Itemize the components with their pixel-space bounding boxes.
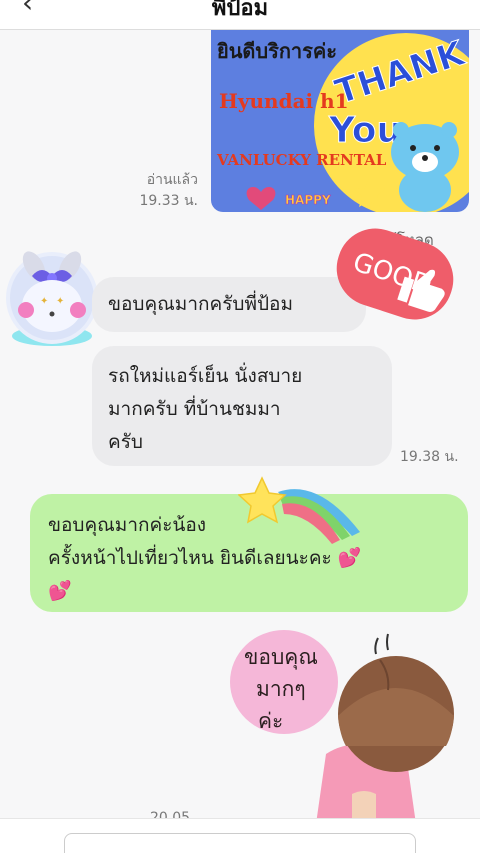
good-sticker[interactable]: GOOD bbox=[322, 225, 468, 340]
sticker-text-2: มากๆ bbox=[256, 677, 306, 701]
sticker-happy: HAPPY bbox=[285, 193, 331, 207]
svg-text:✦: ✦ bbox=[56, 296, 64, 307]
rainbow-star-sticker[interactable] bbox=[238, 476, 364, 548]
message-input[interactable] bbox=[64, 833, 416, 853]
message-input-bar bbox=[0, 818, 480, 853]
message-meta-1: อ่านแล้ว 19.33 น. bbox=[120, 170, 198, 212]
incoming-message[interactable]: รถใหม่แอร์เย็น นั่งสบาย มากครับ ที่บ้านช… bbox=[92, 346, 392, 466]
sticker-line-1: ยินดีบริการค่ะ bbox=[217, 39, 337, 63]
thank-you-girl-sticker[interactable]: ขอบคุณ มากๆ ค่ะ bbox=[230, 624, 466, 824]
chat-header: ‹ พี่ป้อม bbox=[0, 0, 480, 30]
message-line: มากครับ ที่บ้านชมมา bbox=[108, 398, 281, 420]
message-line: รถใหม่แอร์เย็น นั่งสบาย bbox=[108, 365, 303, 387]
sticker-you: You bbox=[328, 110, 402, 151]
svg-text:✦: ✦ bbox=[40, 296, 48, 307]
contact-avatar[interactable]: ✦ ✦ bbox=[4, 238, 100, 350]
sticker-text-1: ขอบคุณ bbox=[244, 645, 318, 670]
message-line: 💕 bbox=[48, 580, 72, 602]
message-time: 19.38 น. bbox=[400, 449, 459, 465]
thank-you-image[interactable]: ยินดีบริการค่ะ Hyundai h1 VANLUCKY RENTA… bbox=[211, 30, 469, 212]
sticker-line-3: VANLUCKY RENTAL bbox=[216, 151, 387, 169]
message-time: 19.33 น. bbox=[139, 193, 198, 209]
read-receipt: อ่านแล้ว bbox=[146, 172, 198, 188]
sticker-text-3: ค่ะ bbox=[258, 709, 283, 733]
chat-title: พี่ป้อม bbox=[211, 0, 269, 21]
message-line: ครับ bbox=[108, 431, 143, 453]
